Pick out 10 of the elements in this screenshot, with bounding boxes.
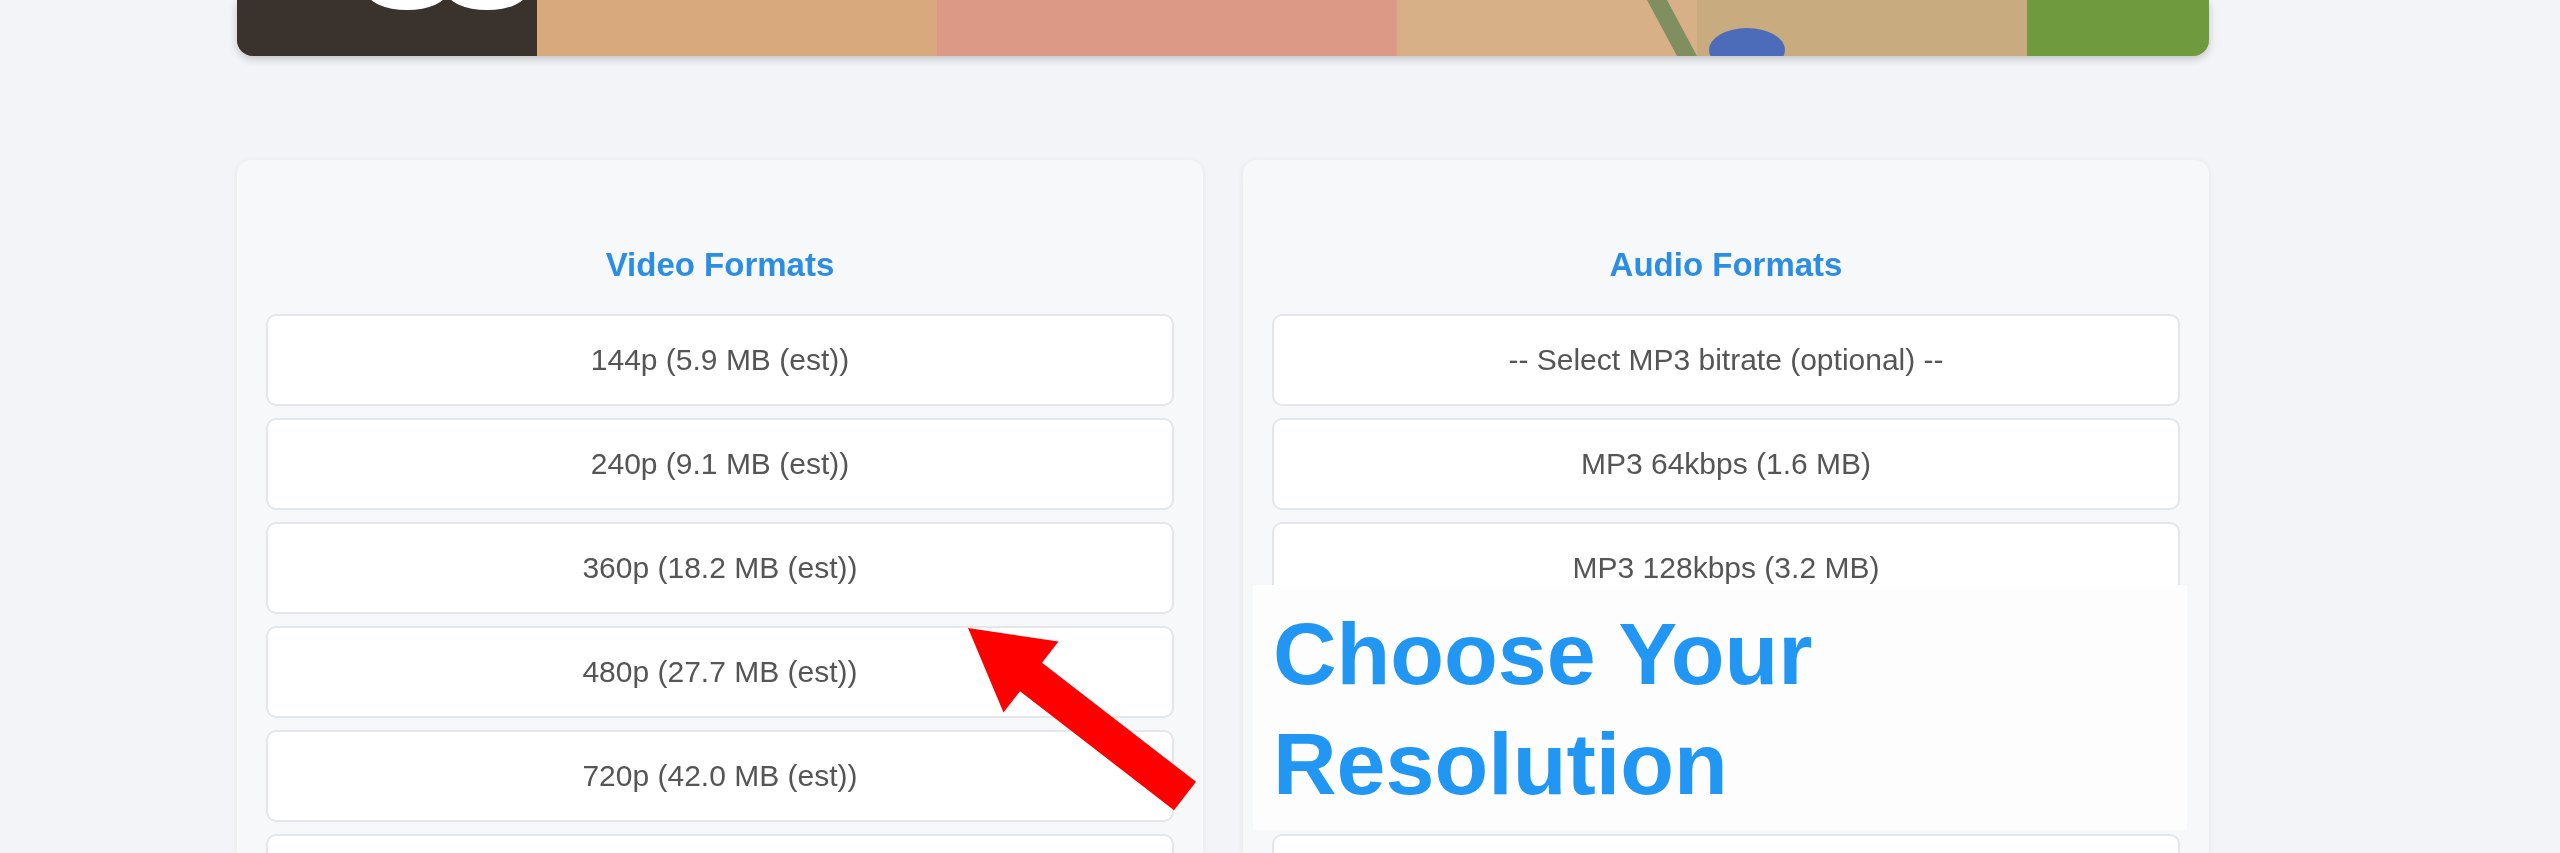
card-title: Video Formats (604, 246, 836, 284)
format-option[interactable]: 240p (9.1 MB (est)) (266, 418, 1174, 510)
format-option[interactable]: 360p (18.2 MB (est)) (266, 522, 1174, 614)
card-title: Audio Formats (1608, 246, 1844, 284)
format-option[interactable]: -- Select MP3 bitrate (optional) -- (1272, 314, 2180, 406)
arrow-icon (968, 628, 1196, 811)
format-option[interactable]: MP3 64kbps (1.6 MB) (1272, 418, 2180, 510)
format-option[interactable]: 144p (5.9 MB (est)) (266, 314, 1174, 406)
format-option[interactable]: 480p (27.7 MB (est)) (266, 626, 1174, 718)
format-option[interactable]: 720p (42.0 MB (est)) (266, 730, 1174, 822)
